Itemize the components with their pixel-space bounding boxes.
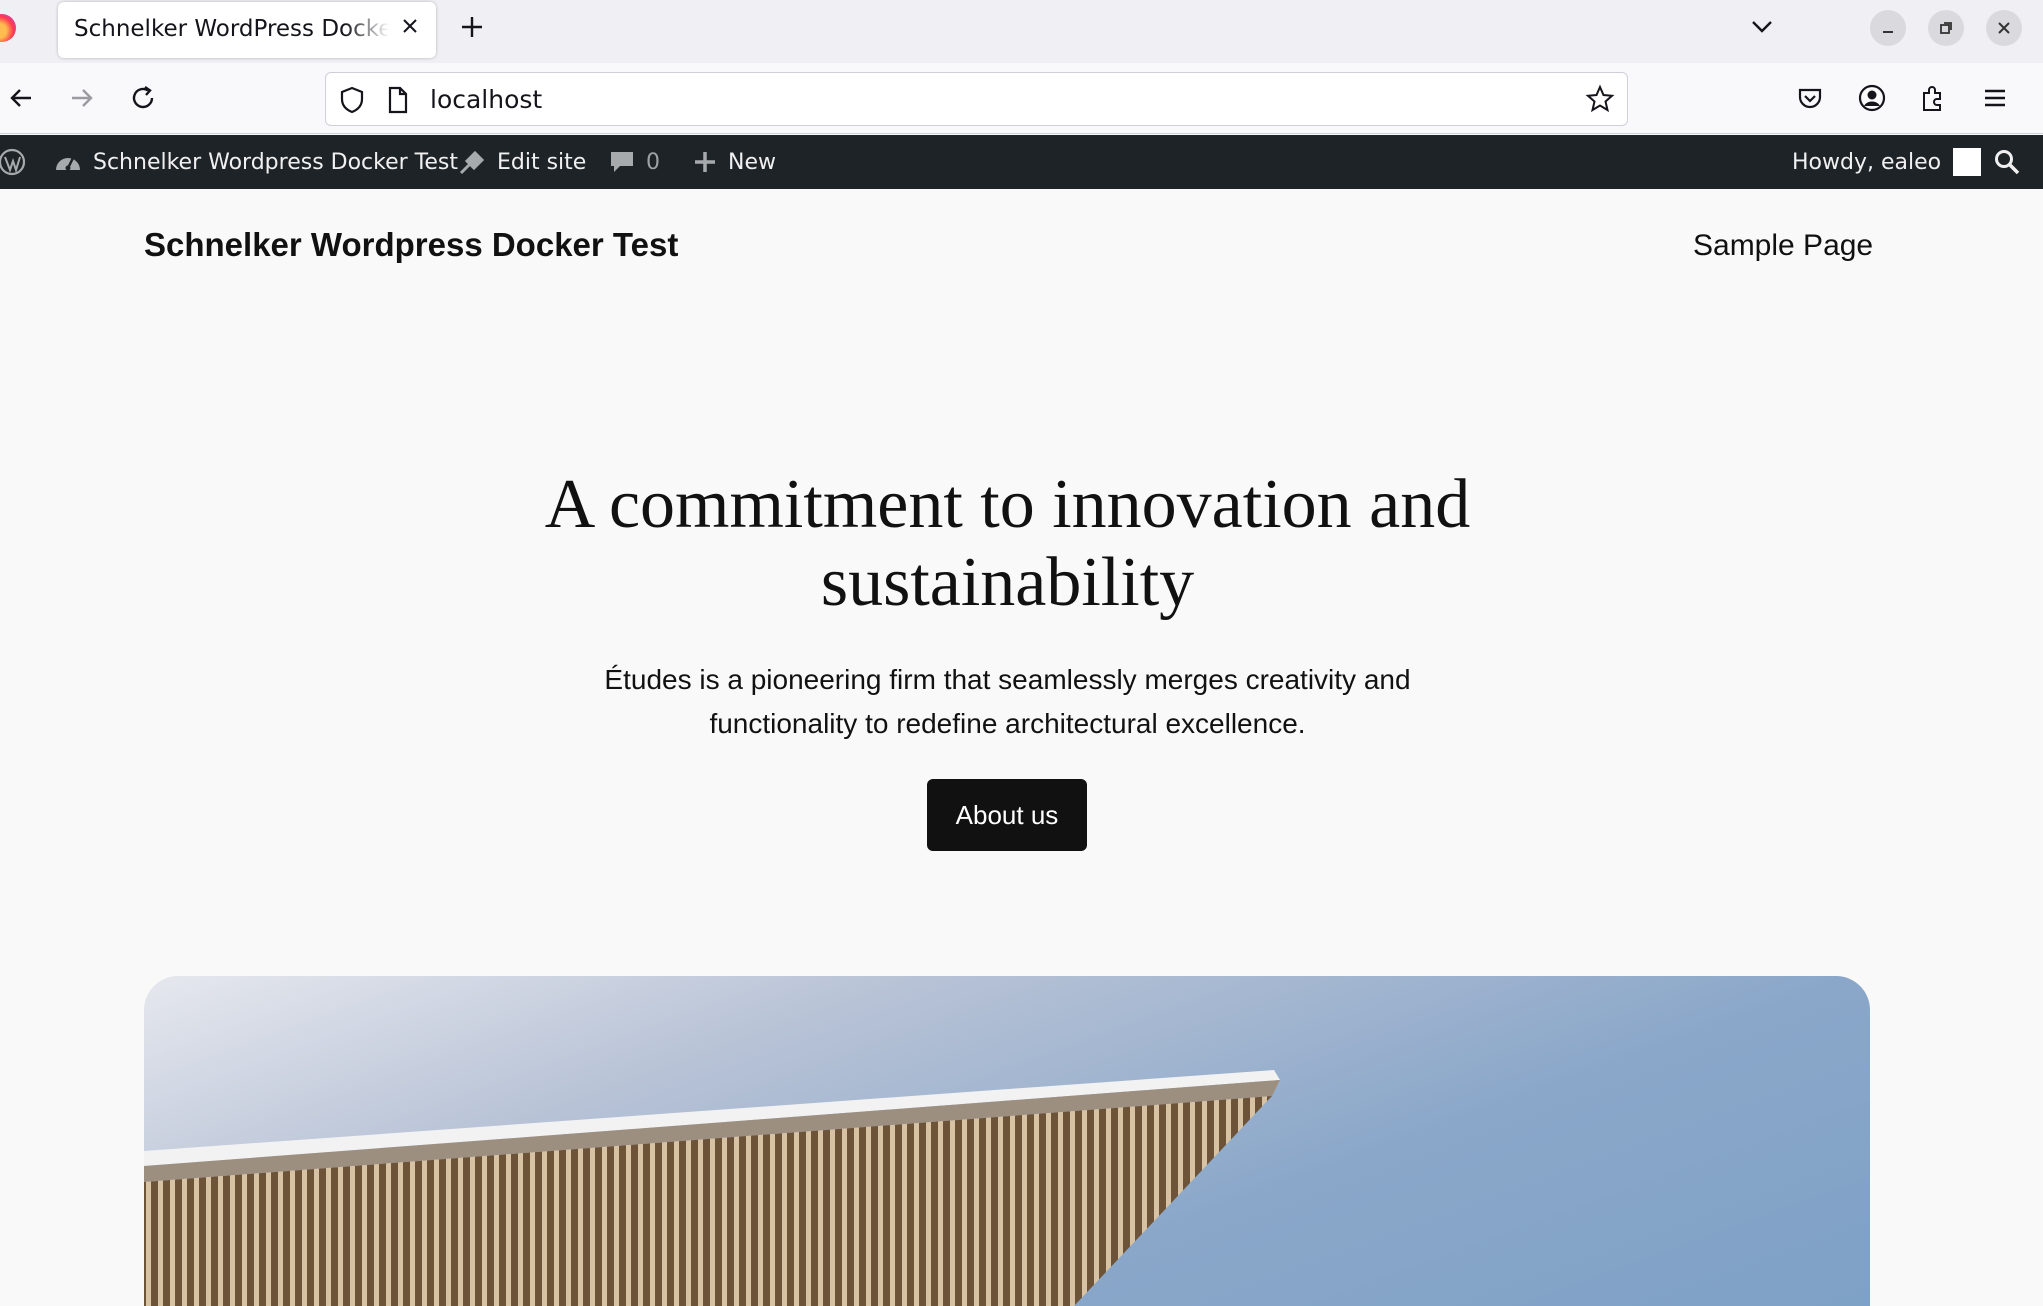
minimize-icon [1883,31,1893,33]
admin-bar-search[interactable] [1993,135,2021,189]
chevron-down-icon[interactable] [1748,12,1776,40]
admin-bar-site-label: Schnelker Wordpress Docker Test [93,149,458,175]
tab-strip: Schnelker WordPress Docker [0,0,2043,63]
close-icon [1998,22,2010,34]
shield-icon[interactable] [338,85,366,115]
admin-bar-site-name[interactable]: Schnelker Wordpress Docker Test [53,135,458,189]
hero-building-image [144,976,1870,1306]
hero-description: Études is a pioneering firm that seamles… [0,658,2015,746]
about-us-button[interactable]: About us [927,779,1087,851]
hero-description-line-2: functionality to redefine architectural … [709,708,1306,739]
wp-admin-bar: Schnelker Wordpress Docker Test Edit sit… [0,135,2043,189]
new-content-label: New [728,149,776,175]
account-icon[interactable] [1857,83,1887,113]
restore-icon [1940,22,1952,34]
comment-icon [611,152,633,172]
tab-title: Schnelker WordPress Docker [74,16,389,42]
firefox-logo-icon [0,14,16,42]
new-content-button[interactable]: New [692,135,776,189]
hero-heading: A commitment to innovation and sustainab… [0,466,2015,622]
browser-tab[interactable]: Schnelker WordPress Docker [58,2,436,58]
menu-icon[interactable] [1980,83,2010,113]
reload-icon[interactable] [128,83,158,113]
building-roof-graphic [144,1070,1280,1306]
extensions-icon[interactable] [1918,83,1948,113]
close-window-button[interactable] [1986,10,2022,46]
avatar [1953,148,1982,176]
brush-icon [459,150,485,175]
navigation-toolbar: localhost [0,63,2043,134]
minimize-button[interactable] [1870,10,1906,46]
url-bar[interactable]: localhost [325,72,1628,126]
edit-site-label: Edit site [497,149,587,175]
restore-button[interactable] [1928,10,1964,46]
close-tab-icon[interactable] [398,14,422,38]
dashboard-icon [56,157,80,171]
page-icon [388,86,408,114]
hero-heading-line-2: sustainability [820,544,1195,621]
nav-link-sample-page[interactable]: Sample Page [1693,229,1873,263]
new-tab-icon[interactable] [458,13,486,41]
comments-button[interactable]: 0 [608,135,660,189]
pocket-icon[interactable] [1795,83,1825,113]
url-text[interactable]: localhost [430,85,542,114]
wordpress-logo-icon [0,148,26,176]
search-icon [1995,150,2020,175]
hero-heading-line-1: A commitment to innovation and [544,466,1471,543]
site-title[interactable]: Schnelker Wordpress Docker Test [144,226,678,264]
comments-count: 0 [646,149,660,175]
howdy-greeting: Howdy, ealeo [1792,149,1942,175]
edit-site-button[interactable]: Edit site [457,135,586,189]
forward-arrow-icon[interactable] [67,83,97,113]
bookmark-star-icon[interactable] [1585,84,1615,114]
wp-logo-button[interactable] [0,135,28,189]
back-arrow-icon[interactable] [6,83,36,113]
my-account-menu[interactable]: Howdy, ealeo [1792,135,1982,189]
hero-description-line-1: Études is a pioneering firm that seamles… [604,664,1411,695]
plus-icon [695,152,715,172]
